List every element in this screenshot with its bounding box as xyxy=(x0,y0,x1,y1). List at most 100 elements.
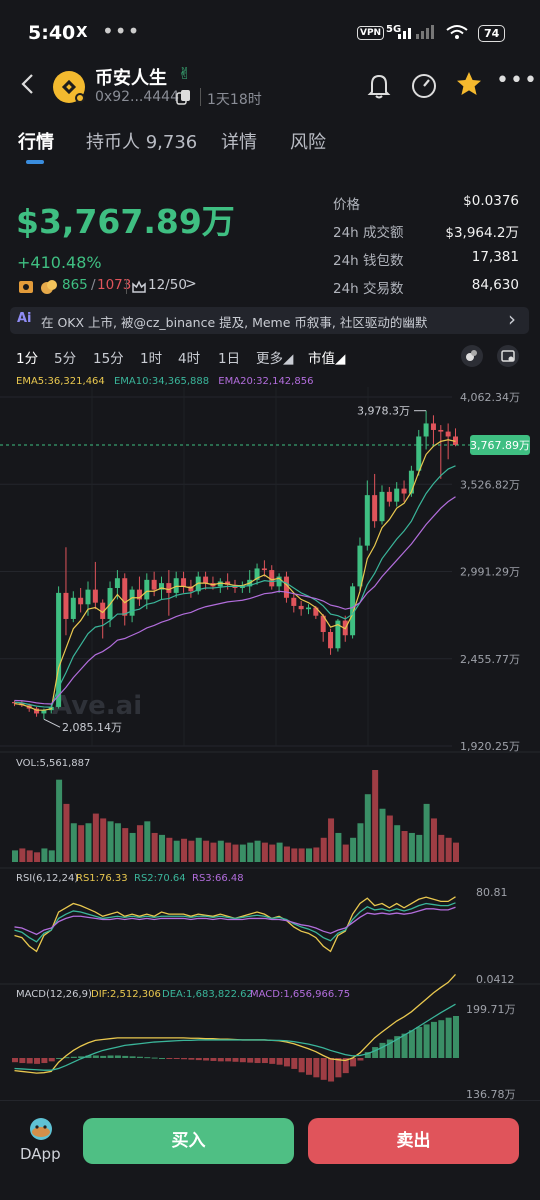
chevron-right-icon[interactable]: › xyxy=(508,307,516,331)
volume-bar xyxy=(78,825,85,862)
more-options-icon[interactable]: ••• xyxy=(496,68,538,93)
volume-bar xyxy=(394,825,401,862)
candlestick xyxy=(92,589,98,603)
dapp-pancake-icon[interactable] xyxy=(28,1115,54,1141)
holders-separator: / xyxy=(91,277,96,293)
star-favorite-icon[interactable] xyxy=(455,70,483,98)
ai-summary-text: 在 OKX 上市, 被@cz_binance 提及, Meme 币叙事, 社区驱… xyxy=(41,315,428,330)
divider xyxy=(200,88,201,106)
macd-histogram-bar xyxy=(283,1058,290,1067)
active-tab-indicator xyxy=(26,160,44,164)
token-logo-icon xyxy=(53,71,85,103)
tab-market[interactable]: 行情 xyxy=(18,128,54,154)
volume-bar xyxy=(92,813,99,862)
volume-bar xyxy=(12,850,18,862)
volume-bar xyxy=(247,842,254,862)
macd-legend-1: DIF:2,512,306 xyxy=(91,989,161,1000)
tab-details[interactable]: 详情 xyxy=(221,128,257,154)
stat-value: $0.0376 xyxy=(463,193,519,209)
volume-bar xyxy=(34,852,41,862)
volume-bar xyxy=(56,779,63,862)
candlestick xyxy=(144,579,150,600)
macd-histogram-bar xyxy=(453,1016,459,1058)
candlestick xyxy=(70,597,76,619)
volume-bar xyxy=(166,837,173,862)
volume-bar xyxy=(225,842,232,862)
rsi-line-1 xyxy=(14,896,456,953)
sell-button[interactable]: 卖出 xyxy=(308,1118,519,1164)
macd-histogram-bar xyxy=(136,1056,143,1058)
market-cap-value: $3,767.89万 xyxy=(16,202,235,241)
macd-legend-3: MACD:1,656,966.75 xyxy=(250,989,350,1000)
bell-icon[interactable] xyxy=(366,72,392,100)
top-holders-arrow[interactable]: > xyxy=(185,276,197,292)
macd-histogram-bar xyxy=(188,1058,195,1060)
volume-bar xyxy=(85,823,92,862)
volume-bar xyxy=(416,834,423,862)
candlestick xyxy=(78,597,84,605)
top-holders-ratio[interactable]: 12/50 xyxy=(148,277,187,293)
volume-bar xyxy=(159,834,165,862)
vpn-badge: VPN xyxy=(357,26,385,40)
timeframe-1d[interactable]: 1日 xyxy=(218,347,240,367)
timeframe-1m[interactable]: 1分 xyxy=(16,347,38,367)
timeframe-more[interactable]: 更多◢ xyxy=(256,347,293,367)
candlestick xyxy=(430,423,436,430)
macd-histogram-bar xyxy=(239,1058,246,1063)
volume-bar xyxy=(291,848,298,862)
volume-bar xyxy=(107,821,114,862)
timeframe-1h[interactable]: 1时 xyxy=(140,347,162,367)
volume-bar xyxy=(320,837,327,862)
volume-bar xyxy=(254,840,261,862)
copy-icon[interactable] xyxy=(176,89,192,105)
buy-button[interactable]: 买入 xyxy=(83,1118,294,1164)
volume-bar xyxy=(203,840,210,862)
dapp-label[interactable]: DApp xyxy=(20,1145,61,1163)
trading-charts[interactable]: 4,062.34万 3,526.82万 2,991.29万 2,455.77万 1,92… xyxy=(0,380,540,1100)
macd-histogram-bar xyxy=(107,1055,114,1058)
volume-bar xyxy=(181,838,188,862)
price-axis-tick: 1,920.25万 xyxy=(460,740,520,753)
volume-bar xyxy=(438,834,445,862)
timeframe-15m[interactable]: 15分 xyxy=(93,347,124,367)
volume-bar xyxy=(232,844,239,862)
stat-value: 17,381 xyxy=(471,249,519,265)
volume-bar xyxy=(63,803,70,862)
candlestick xyxy=(291,597,297,606)
candlestick xyxy=(438,429,444,432)
stat-label: 24h 成交额 xyxy=(333,225,404,241)
metric-market-cap[interactable]: 市值◢ xyxy=(308,347,345,367)
macd-histogram-bar xyxy=(144,1057,151,1059)
candlestick xyxy=(166,583,172,593)
volume-bar xyxy=(445,837,452,862)
ai-summary-banner[interactable]: Ai 在 OKX 上市, 被@cz_binance 提及, Meme 币叙事, … xyxy=(10,307,529,334)
back-arrow-icon[interactable] xyxy=(18,72,38,96)
macd-histogram-bar xyxy=(328,1058,335,1082)
macd-histogram-bar xyxy=(306,1058,312,1075)
stat-row-volume: 24h 成交额 $3,964.2万 xyxy=(333,221,519,249)
timeframe-5m[interactable]: 5分 xyxy=(54,347,76,367)
timeframe-4h[interactable]: 4时 xyxy=(178,347,200,367)
volume-bar xyxy=(239,844,246,862)
volume-bar xyxy=(48,850,55,862)
speed-gauge-icon[interactable] xyxy=(409,72,439,100)
divider xyxy=(126,279,127,294)
volume-bar xyxy=(364,794,371,862)
tab-holders[interactable]: 持币人 9,736 xyxy=(86,128,197,154)
tab-risk[interactable]: 风险 xyxy=(290,128,326,154)
candlestick xyxy=(85,589,91,605)
rsi-axis-tick: 80.81 xyxy=(476,886,508,899)
price-axis-tick: 2,455.77万 xyxy=(460,653,520,666)
volume-bar xyxy=(313,847,320,862)
volume-bar xyxy=(453,842,459,862)
macd-histogram-bar xyxy=(247,1058,254,1063)
macd-histogram-bar xyxy=(26,1058,33,1064)
macd-histogram-bar xyxy=(195,1058,202,1061)
chart-settings-icon[interactable] xyxy=(496,344,520,368)
macd-histogram-bar xyxy=(408,1030,415,1058)
macd-histogram-bar xyxy=(254,1058,261,1064)
volume-bar xyxy=(26,850,33,862)
rsi-legend-2: RS2:70.64 xyxy=(134,873,186,884)
holders-icon xyxy=(19,281,33,293)
indicator-settings-icon[interactable] xyxy=(460,344,484,368)
